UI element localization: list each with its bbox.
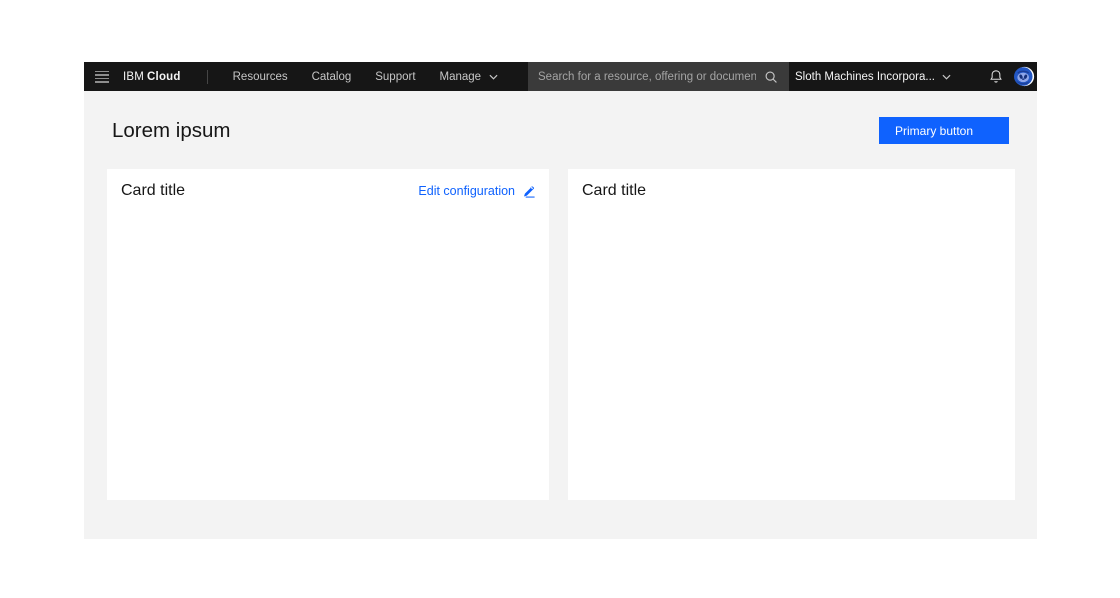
nav-item-manage[interactable]: Manage <box>440 71 499 83</box>
header-search <box>528 62 789 91</box>
page-title: Lorem ipsum <box>112 119 231 143</box>
card-title: Card title <box>121 182 185 200</box>
search-icon[interactable] <box>764 70 778 84</box>
chevron-down-icon <box>489 74 498 80</box>
card-right-header: Card title <box>582 182 1001 200</box>
edit-pencil-icon <box>522 185 535 198</box>
nav-item-resources[interactable]: Resources <box>233 71 288 83</box>
card-right: Card title <box>568 169 1015 500</box>
edit-configuration-link[interactable]: Edit configuration <box>418 184 535 198</box>
search-input[interactable] <box>528 62 764 91</box>
brand-logo[interactable]: IBMCloud <box>123 71 181 83</box>
header-right-cluster: Sloth Machines Incorpora... <box>795 62 1035 91</box>
primary-button[interactable]: Primary button <box>879 117 1009 144</box>
chevron-down-icon <box>942 74 951 80</box>
nav-item-support[interactable]: Support <box>375 71 415 83</box>
account-menu[interactable]: Sloth Machines Incorpora... <box>795 71 951 83</box>
card-left: Card title Edit configuration <box>107 169 549 500</box>
nav-item-catalog[interactable]: Catalog <box>312 71 352 83</box>
account-name: Sloth Machines Incorpora... <box>795 71 935 83</box>
card-left-header: Card title Edit configuration <box>121 182 535 200</box>
edit-configuration-label: Edit configuration <box>418 184 515 198</box>
app-window: IBMCloud Resources Catalog Support Manag… <box>84 62 1037 539</box>
brand-suffix: Cloud <box>147 71 181 83</box>
header-nav: Resources Catalog Support Manage <box>233 71 498 83</box>
bell-icon[interactable] <box>989 69 1003 84</box>
brand-prefix: IBM <box>123 71 144 83</box>
hamburger-icon[interactable] <box>95 71 109 83</box>
avatar[interactable] <box>1014 66 1035 87</box>
nav-item-manage-label: Manage <box>440 71 482 83</box>
header-divider <box>207 70 208 84</box>
top-header: IBMCloud Resources Catalog Support Manag… <box>84 62 1037 91</box>
card-title: Card title <box>582 182 646 200</box>
